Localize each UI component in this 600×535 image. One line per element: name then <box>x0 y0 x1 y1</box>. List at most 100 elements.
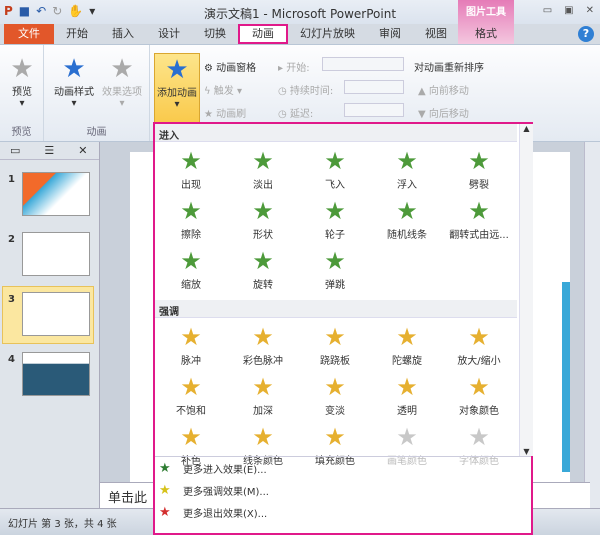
effect-entrance[interactable]: ★ 轮子 <box>299 196 371 246</box>
section-emphasis: 强调 <box>155 300 517 318</box>
close-icon[interactable]: ✕ <box>586 5 594 16</box>
effect-emphasis[interactable]: ★ 陀螺旋 <box>371 322 443 372</box>
close-panel-icon[interactable]: ✕ <box>78 144 87 157</box>
effect-emphasis[interactable]: ★ 对象颜色 <box>443 372 515 422</box>
add-star-icon: ★ <box>165 55 189 85</box>
tab-review[interactable]: 审阅 <box>367 24 413 44</box>
tab-home[interactable]: 开始 <box>54 24 100 44</box>
effect-emphasis[interactable]: ★ 变淡 <box>299 372 371 422</box>
effect-emphasis[interactable]: ★ 加深 <box>227 372 299 422</box>
effect-emphasis[interactable]: ★ 彩色脉冲 <box>227 322 299 372</box>
slide-thumbnail-4[interactable] <box>22 352 90 396</box>
gallery-scrollbar[interactable]: ▲ ▼ <box>519 124 533 456</box>
trigger-button[interactable]: ϟ 触发 ▾ <box>204 82 242 97</box>
slides-tab-icon[interactable]: ▭ <box>10 144 20 157</box>
slide-thumbnail-2[interactable] <box>22 232 90 276</box>
effect-entrance[interactable]: ★ 形状 <box>227 196 299 246</box>
section-entrance: 进入 <box>155 124 517 142</box>
effect-entrance[interactable]: ★ 浮入 <box>371 146 443 196</box>
add-animation-gallery: 进入 ★ 出现 ★ 淡出 ★ 飞入 ★ 浮入 ★ 劈裂 ★ 擦除 ★ 形状 ★ 轮子 ★ 随机线条 ★ 翻转式由远..… <box>153 122 533 535</box>
effect-label: 放大/缩小 <box>457 356 501 367</box>
move-earlier-button[interactable]: ▲ 向前移动 <box>418 82 469 97</box>
effect-entrance[interactable]: ★ 淡出 <box>227 146 299 196</box>
vertical-scrollbar[interactable] <box>584 142 600 508</box>
tab-insert[interactable]: 插入 <box>100 24 146 44</box>
tab-file[interactable]: 文件 <box>4 24 54 44</box>
slide-thumbnail-3[interactable] <box>22 292 90 336</box>
star-icon: ★ <box>468 423 490 451</box>
star-icon: ★ <box>324 373 346 401</box>
start-combo[interactable] <box>322 57 404 71</box>
effect-entrance[interactable]: ★ 出现 <box>155 146 227 196</box>
group-label-animation: 动画 <box>86 127 107 138</box>
star-icon: ★ <box>396 373 418 401</box>
star-icon: ★ <box>180 247 202 275</box>
group-preview: ★ 预览 ▾ 预览 <box>0 45 44 141</box>
group-animation: ★ 动画样式 ▾ ★ 效果选项 ▾ 动画 <box>44 45 150 141</box>
effect-entrance[interactable]: ★ 飞入 <box>299 146 371 196</box>
effect-entrance[interactable]: ★ 翻转式由远... <box>443 196 515 246</box>
slide-number: 1 <box>8 174 15 185</box>
preview-button[interactable]: ★ 预览 ▾ <box>6 55 38 109</box>
effect-emphasis[interactable]: ★ 跷跷板 <box>299 322 371 372</box>
tab-transitions[interactable]: 切换 <box>192 24 238 44</box>
animation-painter-label: 动画刷 <box>216 109 247 120</box>
slide-count-status: 幻灯片 第 3 张，共 4 张 <box>8 519 117 530</box>
effect-entrance[interactable]: ★ 弹跳 <box>299 246 371 296</box>
trigger-label: 触发 <box>213 86 234 97</box>
tab-animations[interactable]: 动画 <box>238 24 288 44</box>
grey-star-icon: ★ <box>110 54 134 84</box>
effect-label: 旋转 <box>253 280 273 291</box>
effect-entrance[interactable]: ★ 劈裂 <box>443 146 515 196</box>
animation-styles-label: 动画样式 <box>54 87 94 98</box>
animation-pane-label: 动画窗格 <box>216 63 257 74</box>
more-emphasis-effects[interactable]: ★ 更多强调效果(M)... <box>155 479 531 501</box>
effect-options-button[interactable]: ★ 效果选项 ▾ <box>98 55 146 109</box>
animation-painter-button[interactable]: ★ 动画刷 <box>204 105 246 120</box>
effect-label: 出现 <box>181 180 201 191</box>
effect-label: 不饱和 <box>176 406 206 417</box>
effect-entrance[interactable]: ★ 旋转 <box>227 246 299 296</box>
more-exit-effects[interactable]: ★ 更多退出效果(X)... <box>155 501 531 523</box>
add-animation-button[interactable]: ★ 添加动画 ▾ <box>154 53 200 125</box>
star-icon: ★ <box>396 323 418 351</box>
slides-panel: ▭ ☰ ✕ 1 2 3 4 <box>0 142 100 508</box>
star-icon: ★ <box>180 323 202 351</box>
tab-view[interactable]: 视图 <box>413 24 459 44</box>
star-icon: ★ <box>180 147 202 175</box>
effect-emphasis[interactable]: ★ 放大/缩小 <box>443 322 515 372</box>
delay-label: ◷ 延迟: <box>278 109 314 120</box>
duration-spinner[interactable] <box>344 80 404 94</box>
effect-label: 对象颜色 <box>459 406 499 417</box>
more-effects-menu: ★ 更多进入效果(E)... ★ 更多强调效果(M)... ★ 更多退出效果(X)..… <box>155 456 531 523</box>
effect-label: 形状 <box>253 230 273 241</box>
outline-tab-icon[interactable]: ☰ <box>44 144 54 157</box>
slide-thumbnail-1[interactable] <box>22 172 90 216</box>
star-icon: ★ <box>252 373 274 401</box>
animation-pane-button[interactable]: ⚙ 动画窗格 <box>204 59 256 74</box>
tab-design[interactable]: 设计 <box>146 24 192 44</box>
minimize-icon[interactable]: ▭ <box>543 5 552 16</box>
help-icon[interactable]: ? <box>578 26 594 42</box>
star-icon: ★ <box>396 423 418 451</box>
star-icon: ★ <box>324 423 346 451</box>
effect-label: 彩色脉冲 <box>243 356 283 367</box>
star-icon: ★ <box>468 147 490 175</box>
delay-spinner[interactable] <box>344 103 404 117</box>
tab-format[interactable]: 格式 <box>458 24 514 44</box>
effect-emphasis[interactable]: ★ 透明 <box>371 372 443 422</box>
star-icon: ★ <box>180 423 202 451</box>
effect-entrance[interactable]: ★ 缩放 <box>155 246 227 296</box>
effect-entrance[interactable]: ★ 擦除 <box>155 196 227 246</box>
star-icon: ★ <box>324 147 346 175</box>
animation-styles-button[interactable]: ★ 动画样式 ▾ <box>50 55 98 109</box>
maximize-icon[interactable]: ▣ <box>564 5 573 16</box>
tab-slideshow[interactable]: 幻灯片放映 <box>288 24 367 44</box>
effect-entrance[interactable]: ★ 随机线条 <box>371 196 443 246</box>
effect-emphasis[interactable]: ★ 不饱和 <box>155 372 227 422</box>
more-entrance-effects[interactable]: ★ 更多进入效果(E)... <box>155 457 531 479</box>
slide-number: 4 <box>8 354 15 365</box>
effect-emphasis[interactable]: ★ 脉冲 <box>155 322 227 372</box>
duration-label: ◷ 持续时间: <box>278 86 334 97</box>
move-later-button[interactable]: ▼ 向后移动 <box>418 105 469 120</box>
